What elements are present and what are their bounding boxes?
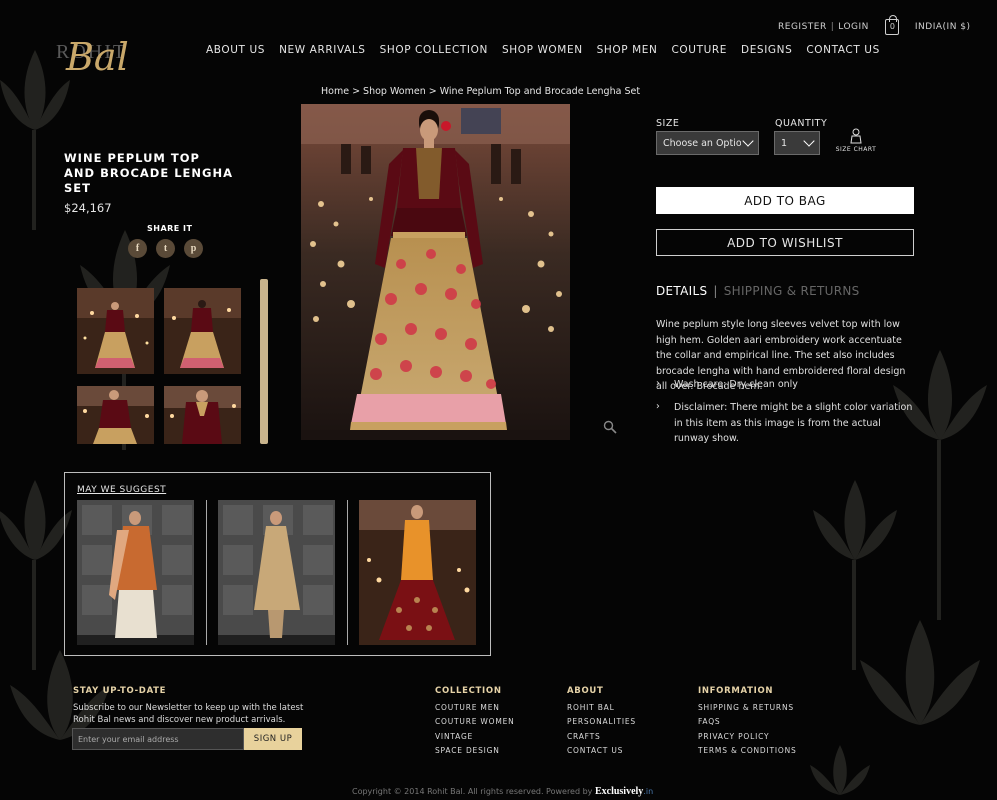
powered-by-suffix: .in xyxy=(643,787,654,796)
suggest-title[interactable]: MAY WE SUGGEST xyxy=(77,485,166,495)
size-select-value: Choose an Option... xyxy=(663,137,741,149)
product-tabs: DETAILS | SHIPPING & RETURNS xyxy=(656,284,860,298)
brand-logo[interactable]: ROHIT Bal xyxy=(56,12,146,82)
shopping-bag-icon[interactable]: 0 xyxy=(884,15,899,35)
footer-link-contact-us[interactable]: CONTACT US xyxy=(567,746,623,755)
tab-divider: | xyxy=(713,284,718,298)
nav-about-us[interactable]: ABOUT US xyxy=(206,44,265,56)
footer-link-crafts[interactable]: CRAFTS xyxy=(567,732,601,741)
quantity-select[interactable]: 1 xyxy=(774,131,820,155)
footer-link-couture-women[interactable]: COUTURE WOMEN xyxy=(435,717,515,726)
nav-shop-women[interactable]: SHOP WOMEN xyxy=(502,44,583,56)
product-price: $24,167 xyxy=(64,201,112,215)
size-chart-link[interactable]: SIZE CHART xyxy=(835,128,877,153)
email-input[interactable]: Enter your email address xyxy=(72,728,244,750)
background-lotus-right-bottom xyxy=(850,610,990,800)
pinterest-icon[interactable]: p xyxy=(184,239,203,258)
nav-shop-men[interactable]: SHOP MEN xyxy=(597,44,658,56)
add-to-bag-button[interactable]: ADD TO BAG xyxy=(656,187,914,214)
country-selector[interactable]: INDIA(IN $) xyxy=(915,22,971,32)
thumbnail-2[interactable] xyxy=(164,288,241,374)
nav-designs[interactable]: DESIGNS xyxy=(741,44,792,56)
main-product-image[interactable] xyxy=(301,104,570,440)
footer-link-faqs[interactable]: FAQS xyxy=(698,717,721,726)
size-select[interactable]: Choose an Option... xyxy=(656,131,759,155)
footer-link-terms-conditions[interactable]: TERMS & CONDITIONS xyxy=(698,746,797,755)
footer-newsletter-text: Subscribe to our Newsletter to keep up w… xyxy=(73,703,304,725)
share-label: SHARE IT xyxy=(147,224,193,233)
thumbnail-3[interactable] xyxy=(77,386,154,444)
tab-details[interactable]: DETAILS xyxy=(656,284,707,298)
footer-link-personalities[interactable]: PERSONALITIES xyxy=(567,717,636,726)
add-to-wishlist-button[interactable]: ADD TO WISHLIST xyxy=(656,229,914,256)
suggested-product-1[interactable] xyxy=(77,500,194,645)
sign-up-button[interactable]: SIGN UP xyxy=(244,728,302,750)
register-link[interactable]: REGISTER xyxy=(778,22,827,32)
bag-count: 0 xyxy=(889,22,896,31)
utility-separator: | xyxy=(830,22,835,32)
suggest-divider-1 xyxy=(206,500,207,645)
copyright: Copyright © 2014 Rohit Bal. All rights r… xyxy=(352,786,653,797)
footer-link-space-design[interactable]: SPACE DESIGN xyxy=(435,746,500,755)
size-label: SIZE xyxy=(656,118,680,129)
bullet-wash-care: Wash care: Dry clean only xyxy=(656,376,914,393)
suggested-product-2[interactable] xyxy=(218,500,335,645)
product-title: WINE PEPLUM TOP AND BROCADE LENGHA SET xyxy=(64,151,233,195)
chevron-down-icon xyxy=(803,135,815,147)
footer-about-title: ABOUT xyxy=(567,686,604,696)
share-icons: f t p xyxy=(128,239,203,258)
thumbnail-scrollbar[interactable] xyxy=(260,279,268,444)
footer-link-vintage[interactable]: VINTAGE xyxy=(435,732,473,741)
copyright-text: Copyright © 2014 Rohit Bal. All rights r… xyxy=(352,787,593,796)
footer-stay-title: STAY UP-TO-DATE xyxy=(73,686,167,696)
facebook-icon[interactable]: f xyxy=(128,239,147,258)
utility-bar: REGISTER | LOGIN 0 INDIA(IN $) xyxy=(778,15,971,35)
tab-shipping-returns[interactable]: SHIPPING & RETURNS xyxy=(724,284,860,298)
zoom-icon[interactable] xyxy=(603,419,617,434)
footer-link-privacy-policy[interactable]: PRIVACY POLICY xyxy=(698,732,769,741)
thumbnail-1[interactable] xyxy=(77,288,154,374)
footer-link-rohit-bal[interactable]: ROHIT BAL xyxy=(567,703,615,712)
footer-link-couture-men[interactable]: COUTURE MEN xyxy=(435,703,500,712)
chevron-down-icon xyxy=(742,135,754,147)
nav-couture[interactable]: COUTURE xyxy=(672,44,728,56)
size-chart-icon xyxy=(850,128,862,144)
bullet-disclaimer: Disclaimer: There might be a slight colo… xyxy=(656,399,914,447)
breadcrumb[interactable]: Home > Shop Women > Wine Peplum Top and … xyxy=(321,86,640,97)
svg-text:Bal: Bal xyxy=(65,35,129,79)
suggested-product-3[interactable] xyxy=(359,500,476,645)
footer-collection-title: COLLECTION xyxy=(435,686,502,696)
footer-information-title: INFORMATION xyxy=(698,686,774,696)
main-nav: ABOUT US NEW ARRIVALS SHOP COLLECTION SH… xyxy=(206,44,880,56)
nav-contact-us[interactable]: CONTACT US xyxy=(806,44,879,56)
background-lotus-footer-right xyxy=(805,740,875,800)
footer-link-shipping-returns[interactable]: SHIPPING & RETURNS xyxy=(698,703,794,712)
size-chart-label: SIZE CHART xyxy=(835,146,877,153)
quantity-label: QUANTITY xyxy=(775,118,828,129)
thumbnail-4[interactable] xyxy=(164,386,241,444)
suggestions-panel: MAY WE SUGGEST xyxy=(64,472,491,656)
nav-new-arrivals[interactable]: NEW ARRIVALS xyxy=(279,44,366,56)
background-lotus-right-mid xyxy=(805,470,905,670)
powered-by-brand[interactable]: Exclusively xyxy=(595,786,643,797)
quantity-select-value: 1 xyxy=(781,137,788,149)
nav-shop-collection[interactable]: SHOP COLLECTION xyxy=(380,44,488,56)
twitter-icon[interactable]: t xyxy=(156,239,175,258)
suggest-divider-2 xyxy=(347,500,348,645)
login-link[interactable]: LOGIN xyxy=(838,22,869,32)
